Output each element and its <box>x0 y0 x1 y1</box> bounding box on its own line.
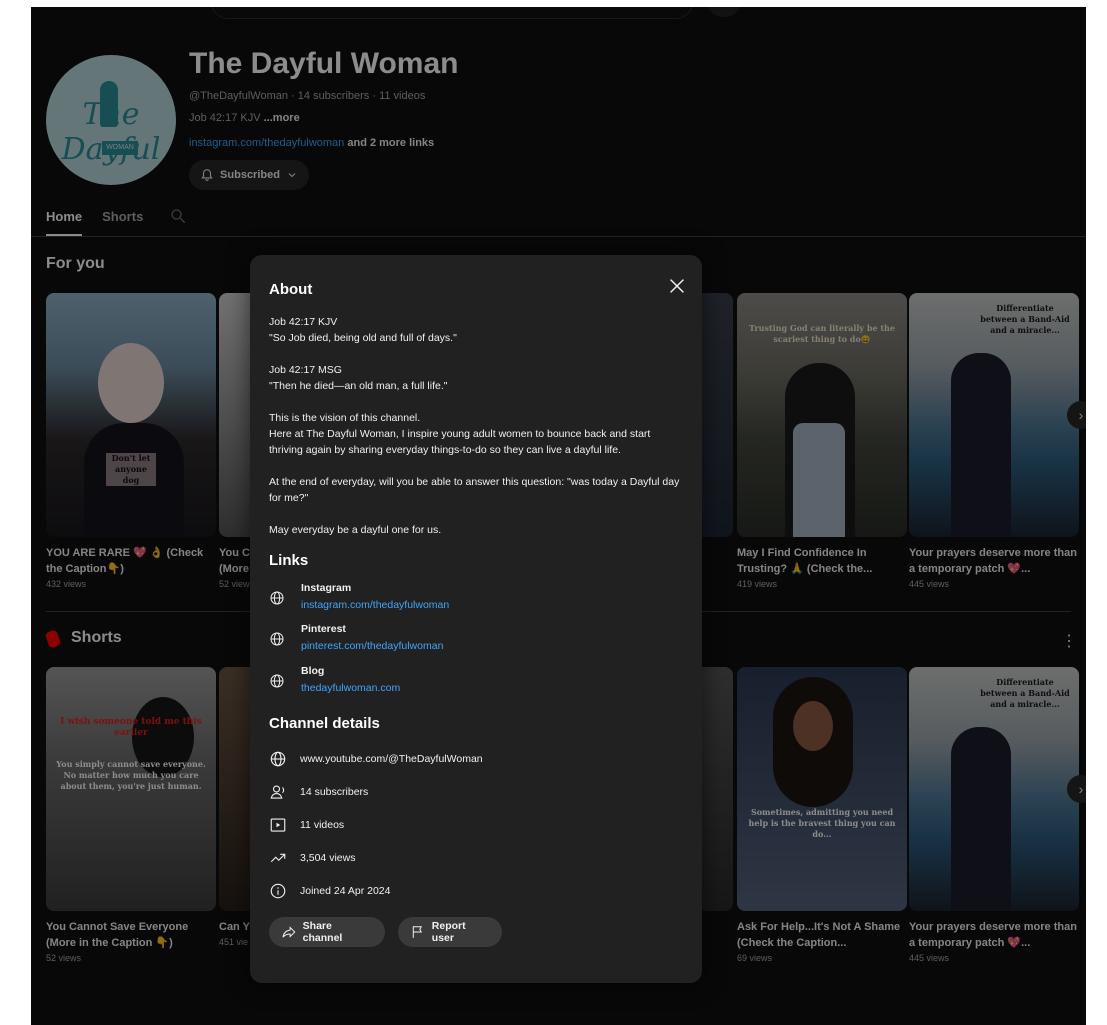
about-dialog: About Job 42:17 KJV "So Job died, being … <box>250 255 702 983</box>
youtube-channel-page: The Dayful WOMAN The Dayful Woman @TheDa… <box>31 7 1086 1025</box>
flag-icon <box>412 926 422 938</box>
globe-icon <box>270 674 284 688</box>
link-url[interactable]: pinterest.com/thedayfulwoman <box>301 640 443 652</box>
link-name: Pinterest <box>301 623 346 635</box>
globe-icon <box>270 632 284 646</box>
subscriber-count: 14 subscribers <box>300 786 369 798</box>
joined-date: Joined 24 Apr 2024 <box>300 885 391 897</box>
detail-url[interactable]: www.youtube.com/@TheDayfulWoman <box>269 750 483 768</box>
share-label: Share channel <box>302 920 343 944</box>
description-paragraph: May everyday be a dayful one for us. <box>269 524 442 536</box>
detail-videos: 11 videos <box>269 816 344 834</box>
globe-icon <box>270 751 286 767</box>
about-title: About <box>269 281 313 298</box>
detail-views: 3,504 views <box>269 849 355 867</box>
link-url[interactable]: thedayfulwoman.com <box>301 682 400 694</box>
trending-icon <box>270 853 286 863</box>
links-heading: Links <box>269 552 309 569</box>
about-description: Job 42:17 KJV "So Job died, being old an… <box>269 314 683 554</box>
report-label: Report user <box>431 920 466 944</box>
link-name: Instagram <box>301 582 352 594</box>
link-name: Blog <box>301 665 325 677</box>
link-url[interactable]: instagram.com/thedayfulwoman <box>301 599 449 611</box>
description-paragraph: Job 42:17 MSG "Then he died—an old man, … <box>269 364 448 392</box>
channel-url[interactable]: www.youtube.com/@TheDayfulWoman <box>300 753 483 765</box>
video-icon <box>270 818 286 832</box>
view-count: 3,504 views <box>300 852 356 864</box>
description-paragraph: Job 42:17 KJV "So Job died, being old an… <box>269 316 457 344</box>
share-channel-button[interactable]: Share channel <box>269 917 385 947</box>
share-icon <box>282 926 296 938</box>
close-icon[interactable] <box>666 275 688 297</box>
globe-icon <box>270 591 284 605</box>
description-paragraph: At the end of everyday, will you be able… <box>269 476 680 504</box>
channel-details-heading: Channel details <box>269 715 380 732</box>
person-icon <box>270 785 285 799</box>
video-count: 11 videos <box>300 819 345 831</box>
detail-joined: Joined 24 Apr 2024 <box>269 882 391 900</box>
detail-subscribers: 14 subscribers <box>269 783 368 801</box>
link-instagram[interactable]: Instagram instagram.com/thedayfulwoman <box>269 582 449 611</box>
description-paragraph: This is the vision of this channel. Here… <box>269 412 651 456</box>
link-blog[interactable]: Blog thedayfulwoman.com <box>269 665 400 694</box>
link-pinterest[interactable]: Pinterest pinterest.com/thedayfulwoman <box>269 623 443 652</box>
info-icon <box>270 883 286 899</box>
report-user-button[interactable]: Report user <box>398 917 502 947</box>
